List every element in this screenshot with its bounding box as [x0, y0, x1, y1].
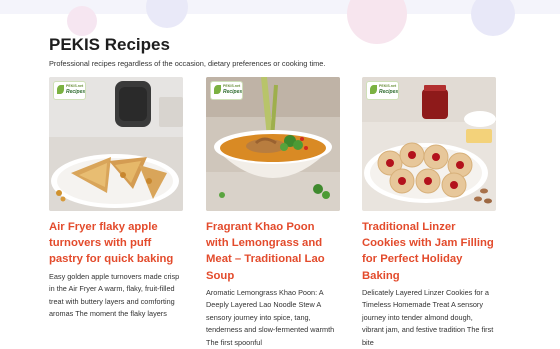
recipe-card-khao-poon[interactable]: PEKIS.net Recipes Fragrant Khao Poon wit… — [206, 77, 340, 349]
pekis-recipes-logo: PEKIS.net Recipes — [366, 81, 399, 100]
leaf-icon — [214, 85, 221, 94]
recipe-image-khao-poon[interactable]: PEKIS.net Recipes — [206, 77, 340, 211]
recipe-card-apple-turnovers[interactable]: PEKIS.net Recipes Air Fryer flaky apple … — [49, 77, 183, 321]
decor-bubble — [471, 0, 515, 36]
pekis-recipes-logo: PEKIS.net Recipes — [210, 81, 243, 100]
decor-bubble — [347, 0, 407, 44]
leaf-icon — [57, 85, 64, 94]
recipe-image-apple-turnovers[interactable]: PEKIS.net Recipes — [49, 77, 183, 211]
decor-bubble — [67, 6, 97, 36]
pekis-recipes-logo: PEKIS.net Recipes — [53, 81, 86, 100]
decor-bubble — [146, 0, 188, 28]
recipe-image-linzer-cookies[interactable]: PEKIS.net Recipes — [362, 77, 496, 211]
recipe-title-link[interactable]: Traditional Linzer Cookies with Jam Fill… — [362, 219, 496, 284]
recipe-title-link[interactable]: Fragrant Khao Poon with Lemongrass and M… — [206, 219, 340, 284]
recipe-title-link[interactable]: Air Fryer flaky apple turnovers with puf… — [49, 219, 183, 268]
recipe-card-linzer-cookies[interactable]: PEKIS.net Recipes Traditional Linzer Coo… — [362, 77, 496, 349]
recipe-excerpt: Delicately Layered Linzer Cookies for a … — [362, 287, 494, 347]
recipe-excerpt: Aromatic Lemongrass Khao Poon: A Deeply … — [206, 287, 335, 347]
page-subtitle: Professional recipes regardless of the o… — [49, 59, 326, 68]
recipe-excerpt: Easy golden apple turnovers made crisp i… — [49, 271, 180, 319]
page-title: PEKIS Recipes — [49, 35, 170, 54]
leaf-icon — [370, 85, 377, 94]
